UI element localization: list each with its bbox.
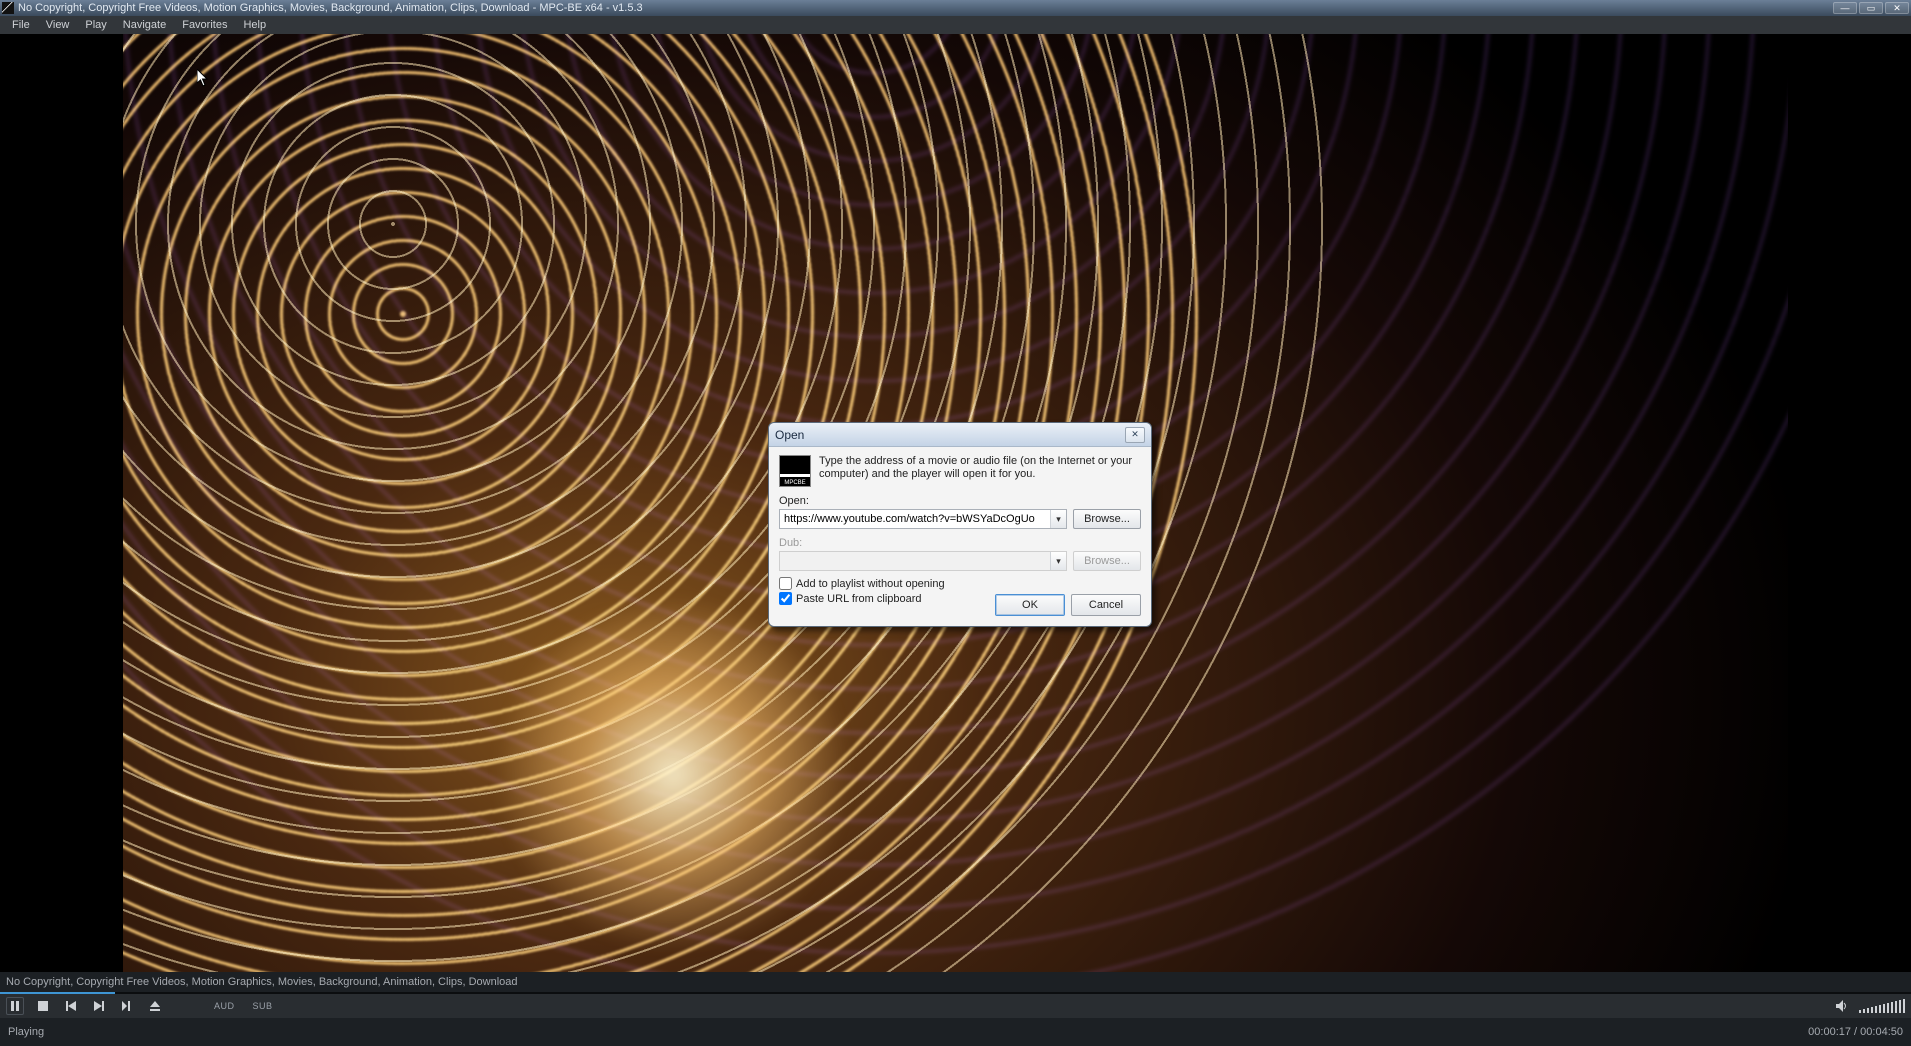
dub-combo: ▾ bbox=[779, 551, 1067, 571]
menu-play[interactable]: Play bbox=[77, 17, 114, 33]
menu-file[interactable]: File bbox=[4, 17, 38, 33]
menu-view[interactable]: View bbox=[38, 17, 78, 33]
app-icon bbox=[2, 2, 14, 14]
minimize-button[interactable]: — bbox=[1833, 2, 1857, 14]
next-button[interactable] bbox=[90, 997, 108, 1015]
time-display: 00:00:17 / 00:04:50 bbox=[1808, 1026, 1903, 1038]
eject-button[interactable] bbox=[146, 997, 164, 1015]
add-playlist-label[interactable]: Add to playlist without opening bbox=[796, 578, 945, 590]
close-button[interactable]: ✕ bbox=[1885, 2, 1909, 14]
open-label: Open: bbox=[779, 495, 1141, 507]
paste-url-label[interactable]: Paste URL from clipboard bbox=[796, 593, 922, 605]
dub-input bbox=[780, 552, 1050, 570]
clapper-icon bbox=[779, 455, 811, 487]
audio-track-button[interactable]: AUD bbox=[210, 1001, 239, 1011]
step-button[interactable] bbox=[118, 997, 136, 1015]
subtitle-track-button[interactable]: SUB bbox=[249, 1001, 277, 1011]
maximize-button[interactable]: ▭ bbox=[1859, 2, 1883, 14]
open-dropdown-button[interactable]: ▾ bbox=[1050, 510, 1066, 528]
paste-url-checkbox[interactable] bbox=[779, 592, 792, 605]
time-total: 00:04:50 bbox=[1860, 1026, 1903, 1038]
open-url-input[interactable] bbox=[780, 510, 1050, 528]
pause-button[interactable] bbox=[6, 997, 24, 1015]
ok-button[interactable]: OK bbox=[995, 594, 1065, 616]
menu-navigate[interactable]: Navigate bbox=[115, 17, 174, 33]
dialog-close-button[interactable]: ✕ bbox=[1125, 427, 1145, 443]
menu-help[interactable]: Help bbox=[235, 17, 274, 33]
filename-text: No Copyright, Copyright Free Videos, Mot… bbox=[6, 976, 1905, 988]
prev-button[interactable] bbox=[62, 997, 80, 1015]
mute-button[interactable] bbox=[1833, 997, 1851, 1015]
window-titlebar: No Copyright, Copyright Free Videos, Mot… bbox=[0, 0, 1911, 16]
control-bar: AUD SUB bbox=[0, 994, 1911, 1018]
playback-state: Playing bbox=[8, 1026, 1808, 1038]
dialog-titlebar[interactable]: Open ✕ bbox=[769, 423, 1151, 447]
time-elapsed: 00:00:17 bbox=[1808, 1026, 1851, 1038]
volume-slider[interactable] bbox=[1859, 999, 1905, 1013]
browse-open-button[interactable]: Browse... bbox=[1073, 509, 1141, 529]
dialog-message: Type the address of a movie or audio fil… bbox=[819, 455, 1141, 481]
add-playlist-checkbox[interactable] bbox=[779, 577, 792, 590]
open-combo: ▾ bbox=[779, 509, 1067, 529]
cancel-button[interactable]: Cancel bbox=[1071, 594, 1141, 616]
dub-dropdown-button: ▾ bbox=[1050, 552, 1066, 570]
menu-bar: File View Play Navigate Favorites Help bbox=[0, 16, 1911, 34]
window-title: No Copyright, Copyright Free Videos, Mot… bbox=[18, 2, 1833, 14]
stop-button[interactable] bbox=[34, 997, 52, 1015]
cursor-icon bbox=[197, 69, 209, 87]
filename-overlay: No Copyright, Copyright Free Videos, Mot… bbox=[0, 972, 1911, 992]
status-bar: Playing 00:00:17 / 00:04:50 bbox=[0, 1018, 1911, 1046]
dialog-title: Open bbox=[775, 428, 1125, 442]
browse-dub-button: Browse... bbox=[1073, 551, 1141, 571]
dub-label: Dub: bbox=[779, 537, 1141, 549]
open-dialog: Open ✕ Type the address of a movie or au… bbox=[768, 422, 1152, 627]
menu-favorites[interactable]: Favorites bbox=[174, 17, 235, 33]
